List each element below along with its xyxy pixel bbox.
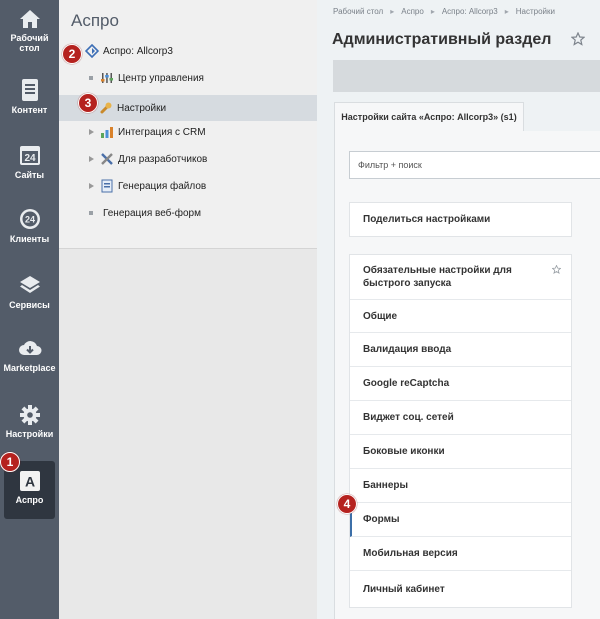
home-icon <box>19 10 40 28</box>
rail-label: Marketplace <box>3 363 56 373</box>
allcorp-logo-icon <box>85 44 99 58</box>
rail-label: Рабочий стол <box>10 33 49 53</box>
rail-item-clients[interactable]: 24 Клиенты <box>0 207 59 269</box>
tree-item-label: Генерация файлов <box>118 180 207 192</box>
rail-label: Сайты <box>14 170 45 180</box>
tree-item-label: Генерация веб-форм <box>103 207 201 219</box>
tree-item-aspro-allcorp3[interactable]: Аспро: Allcorp3 <box>59 38 317 64</box>
letter-a-icon: A <box>19 471 40 491</box>
settings-sections-list: Обязательные настройки для быстрого запу… <box>349 254 572 608</box>
settings-item-personal-account[interactable]: Личный кабинет <box>350 571 571 607</box>
settings-item-forms[interactable]: Формы <box>350 503 571 537</box>
settings-item-input-validation[interactable]: Валидация ввода <box>350 333 571 367</box>
tree-item-web-form-generation[interactable]: Генерация веб-форм <box>59 200 317 226</box>
rail-label: Аспро <box>15 495 44 505</box>
bullet-icon <box>89 76 93 80</box>
tools-icon <box>101 153 113 165</box>
left-navigation-rail: Рабочий стол Контент 24 Сайты 24 Клиенты <box>0 0 59 619</box>
star-icon <box>552 265 561 274</box>
wrench-settings-icon <box>100 102 112 114</box>
settings-item-recaptcha[interactable]: Google reCaptcha <box>350 367 571 401</box>
expand-arrow-icon[interactable] <box>89 129 94 135</box>
tree-item-label: Аспро: Allcorp3 <box>103 45 173 57</box>
rail-item-desktop[interactable]: Рабочий стол <box>0 8 59 70</box>
calendar-icon: 24 <box>19 146 40 165</box>
step-marker-3: 3 <box>78 93 98 113</box>
tree-item-file-generation[interactable]: Генерация файлов <box>59 173 317 199</box>
calendar-day: 24 <box>24 153 36 164</box>
settings-item-general[interactable]: Общие <box>350 300 571 333</box>
bullet-icon <box>89 211 93 215</box>
settings-item-quick-start[interactable]: Обязательные настройки для быстрого запу… <box>350 255 571 300</box>
breadcrumb-separator: ▸ <box>430 7 435 16</box>
gear-icon <box>19 405 40 425</box>
main-content: Рабочий стол ▸ Аспро ▸ Аспро: Allcorp3 ▸ Настр… <box>317 0 600 619</box>
tab-site-settings[interactable]: Настройки сайта «Аспро: Allcorp3» (s1) <box>334 102 524 131</box>
breadcrumb-separator: ▸ <box>390 7 395 16</box>
tree-item-control-center[interactable]: Центр управления <box>59 65 317 91</box>
settings-item-banners[interactable]: Баннеры <box>350 469 571 503</box>
breadcrumb-item-settings[interactable]: Настройки <box>516 7 555 16</box>
tree-item-label: Настройки <box>117 102 167 114</box>
rail-item-marketplace[interactable]: Marketplace <box>0 338 59 400</box>
tree-title: Аспро <box>71 11 119 30</box>
share-settings-button[interactable]: Поделиться настройками <box>349 202 572 237</box>
breadcrumb-item-aspro[interactable]: Аспро <box>401 7 424 16</box>
breadcrumb-item-allcorp3[interactable]: Аспро: Allcorp3 <box>442 7 498 16</box>
favorite-star-icon[interactable] <box>571 32 585 46</box>
breadcrumb-separator: ▸ <box>504 7 509 16</box>
step-marker-2: 2 <box>62 44 82 64</box>
rail-item-content[interactable]: Контент <box>0 78 59 140</box>
tree-item-developers[interactable]: Для разработчиков <box>59 146 317 172</box>
tree-item-settings[interactable]: Настройки <box>59 95 317 121</box>
clients-count: 24 <box>24 215 34 225</box>
page-title: Административный раздел <box>332 31 552 48</box>
sliders-icon <box>101 73 113 83</box>
layers-icon <box>19 276 40 293</box>
step-marker-1: 1 <box>0 452 20 472</box>
rail-item-services[interactable]: Сервисы <box>0 273 59 335</box>
step-marker-4: 4 <box>337 494 357 514</box>
chart-icon <box>101 127 113 138</box>
clients-icon: 24 <box>19 209 40 229</box>
breadcrumb-item-desktop[interactable]: Рабочий стол <box>333 7 383 16</box>
seo-file-icon <box>101 179 113 193</box>
tree-item-crm-integration[interactable]: Интеграция с CRM <box>59 119 317 145</box>
rail-label: Контент <box>11 105 48 115</box>
tree-item-label: Центр управления <box>118 72 204 84</box>
document-icon <box>21 79 38 101</box>
settings-item-social-widget[interactable]: Виджет соц. сетей <box>350 401 571 435</box>
menu-tree-empty-area <box>59 248 317 619</box>
filter-search-input[interactable]: Фильтр + поиск <box>349 151 600 179</box>
cloud-download-icon <box>18 341 41 355</box>
settings-item-side-icons[interactable]: Боковые иконки <box>350 435 571 469</box>
toolbar-strip <box>333 60 600 92</box>
tree-item-label: Интеграция с CRM <box>118 126 206 138</box>
aspro-letter: A <box>24 474 34 490</box>
tree-item-label: Для разработчиков <box>118 153 208 165</box>
expand-arrow-icon[interactable] <box>89 156 94 162</box>
rail-label: Настройки <box>5 429 54 439</box>
breadcrumb: Рабочий стол ▸ Аспро ▸ Аспро: Allcorp3 ▸ Настр… <box>333 7 555 16</box>
settings-item-mobile-version[interactable]: Мобильная версия <box>350 537 571 571</box>
rail-item-sites[interactable]: 24 Сайты <box>0 143 59 205</box>
rail-label: Сервисы <box>9 300 50 310</box>
expand-arrow-icon[interactable] <box>89 183 94 189</box>
list-item-label: Обязательные настройки для быстрого запу… <box>363 265 512 289</box>
rail-label: Клиенты <box>9 234 50 244</box>
